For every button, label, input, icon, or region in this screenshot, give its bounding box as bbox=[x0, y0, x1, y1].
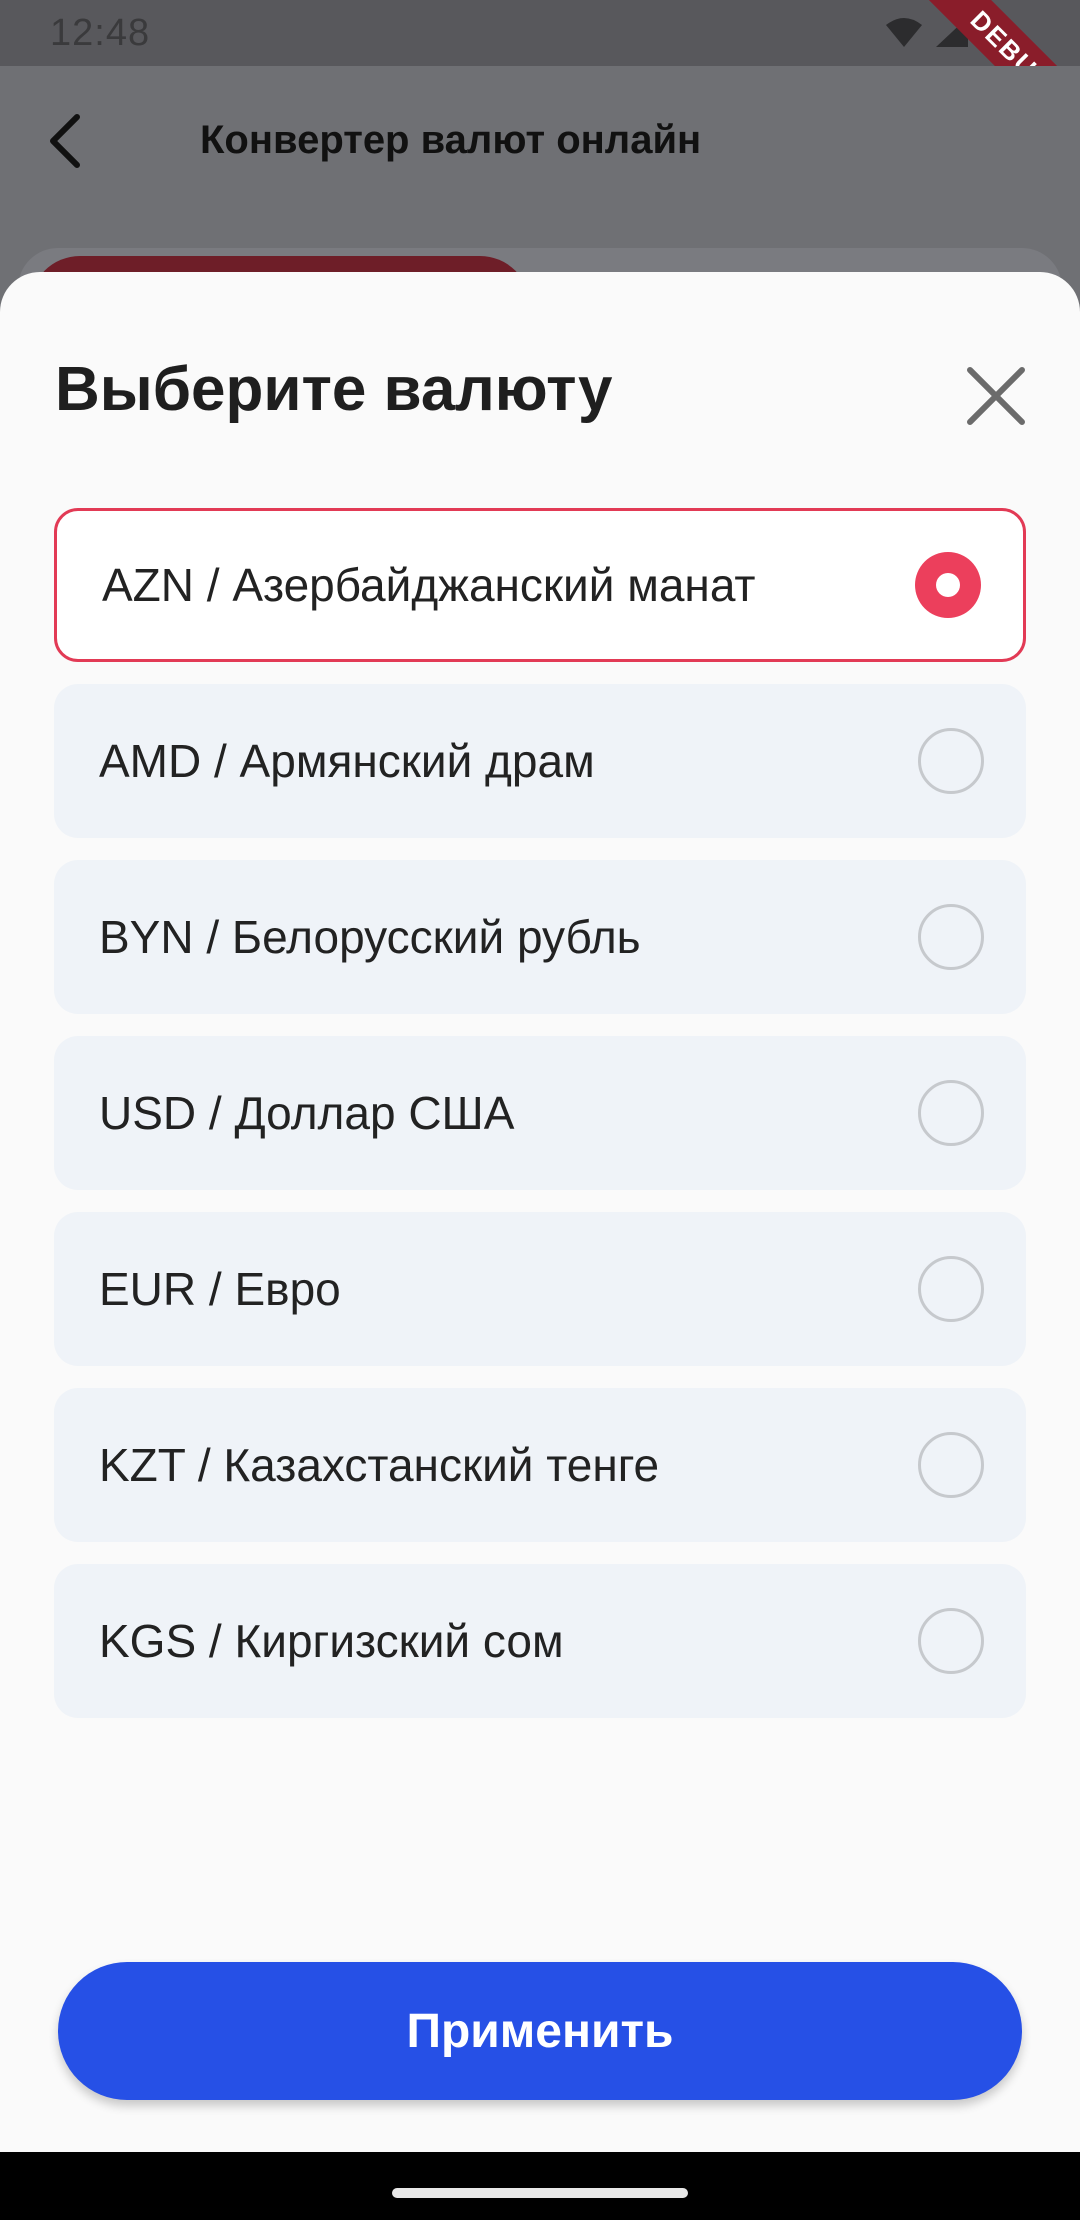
close-button[interactable] bbox=[964, 364, 1028, 428]
app-bar: Конвертер валют онлайн bbox=[0, 66, 1080, 220]
sheet-title: Выберите валюту bbox=[55, 355, 613, 424]
currency-option-kgs[interactable]: KGS / Киргизский сом bbox=[54, 1564, 1026, 1718]
status-time: 12:48 bbox=[50, 12, 151, 54]
radio-unselected-icon[interactable] bbox=[918, 1432, 984, 1498]
apply-button[interactable]: Применить bbox=[58, 1962, 1022, 2100]
option-label: KGS / Киргизский сом bbox=[99, 1615, 564, 1667]
back-button[interactable] bbox=[30, 106, 100, 176]
option-label: KZT / Казахстанский тенге bbox=[99, 1439, 660, 1491]
app-title: Конвертер валют онлайн bbox=[200, 118, 702, 162]
currency-option-byn[interactable]: BYN / Белорусский рубль bbox=[54, 860, 1026, 1014]
chevron-left-icon bbox=[50, 114, 80, 168]
radio-unselected-icon[interactable] bbox=[918, 1608, 984, 1674]
radio-unselected-icon[interactable] bbox=[918, 728, 984, 794]
radio-unselected-icon[interactable] bbox=[918, 1080, 984, 1146]
option-label: USD / Доллар США bbox=[99, 1087, 515, 1139]
navigation-bar bbox=[0, 2152, 1080, 2220]
radio-unselected-icon[interactable] bbox=[918, 1256, 984, 1322]
option-label: EUR / Евро bbox=[99, 1263, 341, 1315]
status-bar: 12:48 DEBUG bbox=[0, 0, 1080, 160]
currency-option-azn[interactable]: AZN / Азербайджанский манат bbox=[54, 508, 1026, 662]
currency-bottom-sheet: Выберите валюту AZN / Азербайджанский ма… bbox=[0, 272, 1080, 2152]
currency-option-eur[interactable]: EUR / Евро bbox=[54, 1212, 1026, 1366]
close-icon bbox=[967, 367, 1025, 425]
currency-option-amd[interactable]: AMD / Армянский драм bbox=[54, 684, 1026, 838]
radio-selected-icon[interactable] bbox=[915, 552, 981, 618]
currency-option-kzt[interactable]: KZT / Казахстанский тенге bbox=[54, 1388, 1026, 1542]
option-label: BYN / Белорусский рубль bbox=[99, 911, 641, 963]
radio-unselected-icon[interactable] bbox=[918, 904, 984, 970]
home-indicator[interactable] bbox=[392, 2188, 688, 2198]
currency-options-list: AZN / Азербайджанский манат AMD / Армянс… bbox=[54, 508, 1026, 1740]
currency-option-usd[interactable]: USD / Доллар США bbox=[54, 1036, 1026, 1190]
option-label: AMD / Армянский драм bbox=[99, 735, 595, 787]
wifi-icon bbox=[886, 18, 922, 47]
option-label: AZN / Азербайджанский манат bbox=[102, 559, 756, 611]
